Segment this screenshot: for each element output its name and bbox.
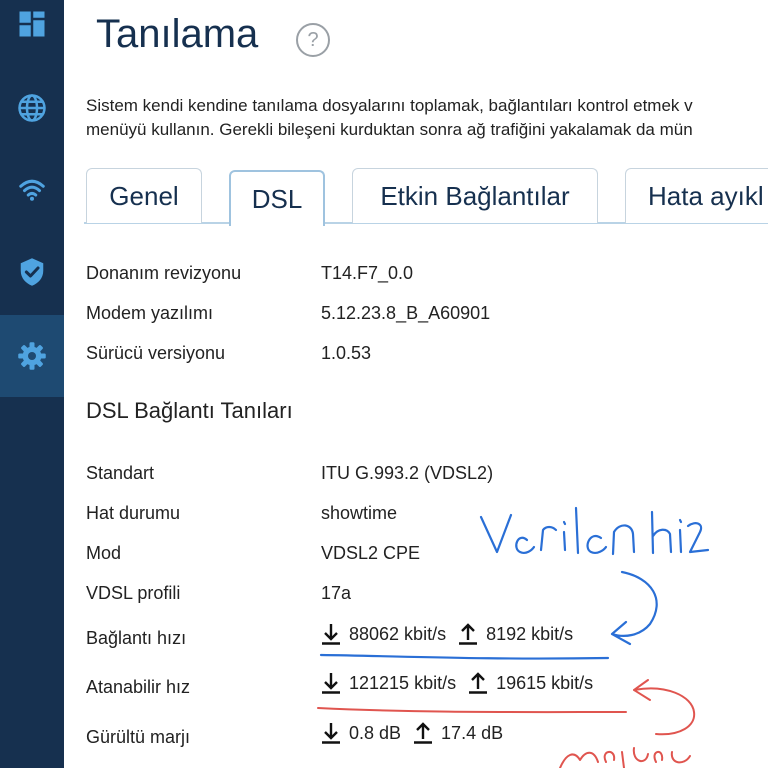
tab-active-connections[interactable]: Etkin Bağlantılar — [352, 168, 598, 223]
upload-arrow-icon — [458, 623, 478, 645]
noise-upload-value: 17.4 dB — [441, 722, 504, 743]
page-title: Tanılama — [96, 12, 259, 56]
tab-debug[interactable]: Hata ayıkl — [625, 168, 768, 223]
help-icon[interactable]: ? — [296, 23, 330, 57]
sidebar-item-settings[interactable] — [0, 315, 64, 397]
main-content: Tanılama ? Sistem kendi kendine tanılama… — [64, 0, 768, 768]
attainable-speed-label: Atanabilir hız — [86, 677, 191, 697]
download-arrow-icon — [321, 722, 341, 744]
hardware-revision-label: Donanım revizyonu — [86, 263, 242, 283]
driver-version-value: 1.0.53 — [321, 343, 372, 363]
firmware-value: 5.12.23.8_B_A60901 — [321, 303, 491, 323]
connection-speed-label: Bağlantı hızı — [86, 628, 187, 648]
attainable-upload-rate: 19615 kbit/s — [496, 672, 594, 693]
shield-check-icon — [20, 258, 44, 286]
hardware-revision-value: T14.F7_0.0 — [321, 263, 414, 283]
attainable-speed-value: 121215 kbit/s 19615 kbit/s — [321, 672, 593, 694]
description-line-2: menüyü kullanın. Gerekli bileşeni kurduk… — [86, 120, 693, 139]
mode-value: VDSL2 CPE — [321, 543, 421, 563]
dashboard-icon — [19, 11, 45, 37]
line-status-value: showtime — [321, 503, 398, 523]
page-description: Sistem kendi kendine tanılama dosyaların… — [86, 94, 768, 142]
sidebar-item-security[interactable] — [0, 232, 64, 312]
firmware-label: Modem yazılımı — [86, 303, 214, 323]
dsl-section-title: DSL Bağlantı Tanıları — [86, 398, 293, 423]
tab-general[interactable]: Genel — [86, 168, 202, 223]
driver-version-label: Sürücü versiyonu — [86, 343, 226, 363]
mode-label: Mod — [86, 543, 122, 563]
gear-icon — [18, 342, 46, 370]
attainable-download-rate: 121215 kbit/s — [349, 672, 457, 693]
connection-download-rate: 88062 kbit/s — [349, 623, 447, 644]
vdsl-profile-label: VDSL profili — [86, 583, 181, 603]
sidebar-item-dashboard[interactable] — [0, 0, 64, 64]
tab-dsl[interactable]: DSL — [229, 170, 325, 226]
noise-download-value: 0.8 dB — [349, 722, 402, 743]
globe-icon — [18, 94, 46, 122]
upload-arrow-icon — [413, 722, 433, 744]
standard-label: Standart — [86, 463, 155, 483]
connection-upload-rate: 8192 kbit/s — [486, 623, 574, 644]
sidebar-item-internet[interactable] — [0, 68, 64, 148]
noise-margin-label: Gürültü marjı — [86, 727, 191, 747]
line-status-label: Hat durumu — [86, 503, 181, 523]
description-line-1: Sistem kendi kendine tanılama dosyaların… — [86, 96, 693, 115]
connection-speed-value: 88062 kbit/s 8192 kbit/s — [321, 623, 573, 645]
sidebar — [0, 0, 64, 768]
wifi-icon — [19, 179, 45, 201]
vdsl-profile-value: 17a — [321, 583, 352, 603]
noise-margin-value: 0.8 dB 17.4 dB — [321, 722, 503, 744]
download-arrow-icon — [321, 672, 341, 694]
upload-arrow-icon — [468, 672, 488, 694]
download-arrow-icon — [321, 623, 341, 645]
sidebar-item-wifi[interactable] — [0, 150, 64, 230]
standard-value: ITU G.993.2 (VDSL2) — [321, 463, 494, 483]
